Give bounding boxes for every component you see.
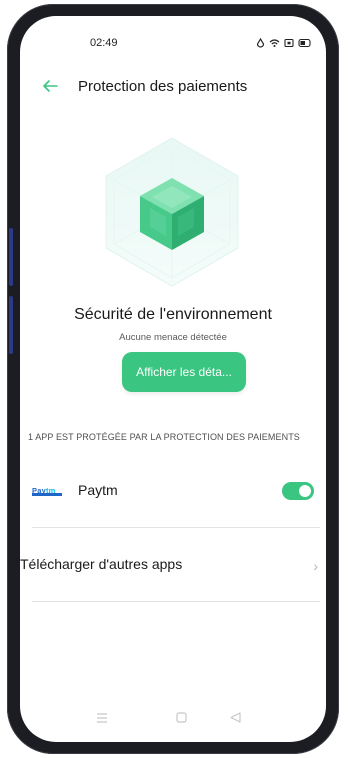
back-triangle-icon[interactable]: [230, 710, 241, 726]
list-item-paytm: Paytm Paytm: [20, 474, 326, 510]
app-bar: Protection des paiements: [20, 72, 326, 102]
security-illustration: [20, 136, 326, 296]
battery-icon: [298, 35, 312, 53]
environment-title: Sécurité de l'environnement: [74, 306, 272, 323]
environment-status: Aucune menace détectée: [119, 332, 227, 343]
chevron-right-icon: ›: [313, 558, 318, 574]
download-more-apps-row[interactable]: Télécharger d'autres apps ›: [20, 546, 326, 586]
location-icon: [256, 35, 265, 53]
toggle-knob: [299, 485, 311, 497]
shield-cube-icon: [105, 137, 239, 287]
volume-button: [9, 296, 13, 354]
protection-toggle[interactable]: [282, 482, 314, 500]
protected-apps-header: 1 APP EST PROTÉGÉE PAR LA PROTECTION DES…: [28, 432, 300, 442]
wifi-icon: [269, 35, 280, 53]
status-time: 02:49: [90, 37, 118, 49]
screen: 02:49 Protection des paiements Sécurité …: [20, 16, 326, 742]
navigation-bar: [20, 696, 326, 742]
paytm-logo: Paytm: [32, 480, 66, 500]
page-title: Protection des paiements: [78, 78, 248, 95]
download-more-apps-label: Télécharger d'autres apps: [20, 556, 183, 572]
app-name: Paytm: [78, 482, 118, 498]
home-icon[interactable]: [176, 710, 187, 726]
status-icons: [256, 35, 312, 53]
divider: [32, 527, 320, 528]
menu-icon[interactable]: [96, 710, 108, 726]
sim-icon: [284, 35, 294, 53]
volume-button: [9, 228, 13, 286]
status-bar: 02:49: [20, 16, 326, 62]
view-details-button[interactable]: Afficher les déta...: [122, 352, 246, 392]
back-arrow-icon[interactable]: [42, 78, 62, 98]
divider: [32, 601, 320, 602]
